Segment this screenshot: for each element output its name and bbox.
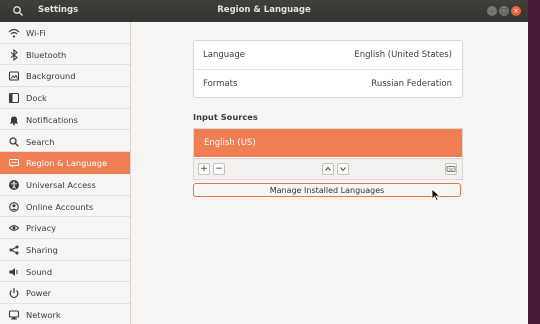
language-label: Language <box>203 50 245 60</box>
sidebar-item-label: Dock <box>26 93 47 104</box>
chevron-up-icon <box>325 166 331 171</box>
sidebar-item-region-language[interactable]: Region & Language <box>0 152 130 174</box>
sidebar-item-sharing[interactable]: Sharing <box>0 239 130 261</box>
sound-icon <box>9 267 18 276</box>
sidebar-item-label: Wi-Fi <box>26 28 46 38</box>
input-sources-title: Input Sources <box>193 112 258 122</box>
maximize-icon: □ <box>500 7 508 15</box>
input-sources-toolbar: + − <box>194 158 462 179</box>
show-keyboard-layout-button[interactable] <box>445 163 457 175</box>
formats-row[interactable]: Formats Russian Federation <box>194 69 462 98</box>
settings-window: Settings Region & Language – □ × Wi-Fi B… <box>0 0 528 324</box>
sidebar-item-power[interactable]: Power <box>0 282 130 305</box>
accessibility-icon <box>9 179 19 190</box>
region-language-panel: Language English (United States) Formats… <box>131 22 528 324</box>
power-icon <box>9 288 19 299</box>
sidebar: Wi-Fi Bluetooth Background Dock Notifica… <box>0 22 131 324</box>
sidebar-item-dock[interactable]: Dock <box>0 87 130 109</box>
minimize-icon: – <box>490 7 494 15</box>
sidebar-item-label: Region & Language <box>26 158 108 169</box>
input-source-label: English (US) <box>204 138 256 148</box>
move-up-button[interactable] <box>322 163 334 175</box>
background-icon <box>8 71 20 81</box>
dock-icon <box>8 93 20 104</box>
sidebar-item-privacy[interactable]: Privacy <box>0 217 130 239</box>
sidebar-item-label: Sharing <box>26 245 58 255</box>
add-input-source-button[interactable]: + <box>198 163 210 175</box>
sidebar-item-universal-access[interactable]: Universal Access <box>0 174 130 196</box>
input-source-item[interactable]: English (US) <box>194 129 462 157</box>
language-formats-card: Language English (United States) Formats… <box>193 40 463 98</box>
sidebar-item-label: Bluetooth <box>26 49 67 60</box>
keyboard-icon <box>446 166 456 172</box>
sidebar-item-label: Sound <box>26 266 53 277</box>
privacy-icon <box>8 225 20 232</box>
sidebar-item-label: Power <box>26 288 52 299</box>
sidebar-item-label: Background <box>26 71 76 82</box>
sharing-icon <box>9 245 19 255</box>
bluetooth-icon <box>10 48 18 61</box>
search-icon <box>9 136 19 147</box>
minus-icon: − <box>215 164 223 174</box>
sidebar-item-label: Notifications <box>26 114 78 125</box>
close-icon: × <box>513 7 519 15</box>
mouse-cursor-icon <box>431 188 441 202</box>
sidebar-item-label: Universal Access <box>26 179 96 190</box>
remove-input-source-button[interactable]: − <box>213 163 225 175</box>
sidebar-item-notifications[interactable]: Notifications <box>0 109 130 131</box>
plus-icon: + <box>200 164 208 174</box>
bell-icon <box>10 116 18 126</box>
titlebar: Settings Region & Language – □ × <box>0 0 528 22</box>
sidebar-item-label: Online Accounts <box>26 201 94 212</box>
close-button[interactable]: × <box>511 6 521 16</box>
sidebar-item-background[interactable]: Background <box>0 65 130 88</box>
sidebar-item-sound[interactable]: Sound <box>0 261 130 283</box>
sidebar-item-label: Search <box>26 136 55 147</box>
sidebar-item-label: Network <box>26 310 61 321</box>
panel-title: Region & Language <box>217 5 311 15</box>
sidebar-item-search[interactable]: Search <box>0 131 130 153</box>
maximize-button[interactable]: □ <box>499 6 509 16</box>
minimize-button[interactable]: – <box>487 6 497 16</box>
region-icon <box>8 159 20 168</box>
sidebar-item-network[interactable]: Network <box>0 304 130 324</box>
chevron-down-icon <box>340 167 346 172</box>
language-value: English (United States) <box>354 50 452 60</box>
manage-installed-languages-button[interactable]: Manage Installed Languages <box>193 183 461 197</box>
online-accounts-icon <box>9 201 19 212</box>
network-icon <box>8 310 20 320</box>
wifi-icon <box>8 28 20 38</box>
sidebar-item-wifi[interactable]: Wi-Fi <box>0 22 130 44</box>
input-sources-list: English (US) + − <box>193 128 463 180</box>
formats-label: Formats <box>203 79 238 89</box>
sidebar-item-label: Privacy <box>26 223 57 234</box>
sidebar-item-bluetooth[interactable]: Bluetooth <box>0 44 130 66</box>
move-down-button[interactable] <box>337 163 349 175</box>
formats-value: Russian Federation <box>371 79 452 89</box>
language-row[interactable]: Language English (United States) <box>194 41 462 69</box>
sidebar-item-online-accounts[interactable]: Online Accounts <box>0 196 130 218</box>
